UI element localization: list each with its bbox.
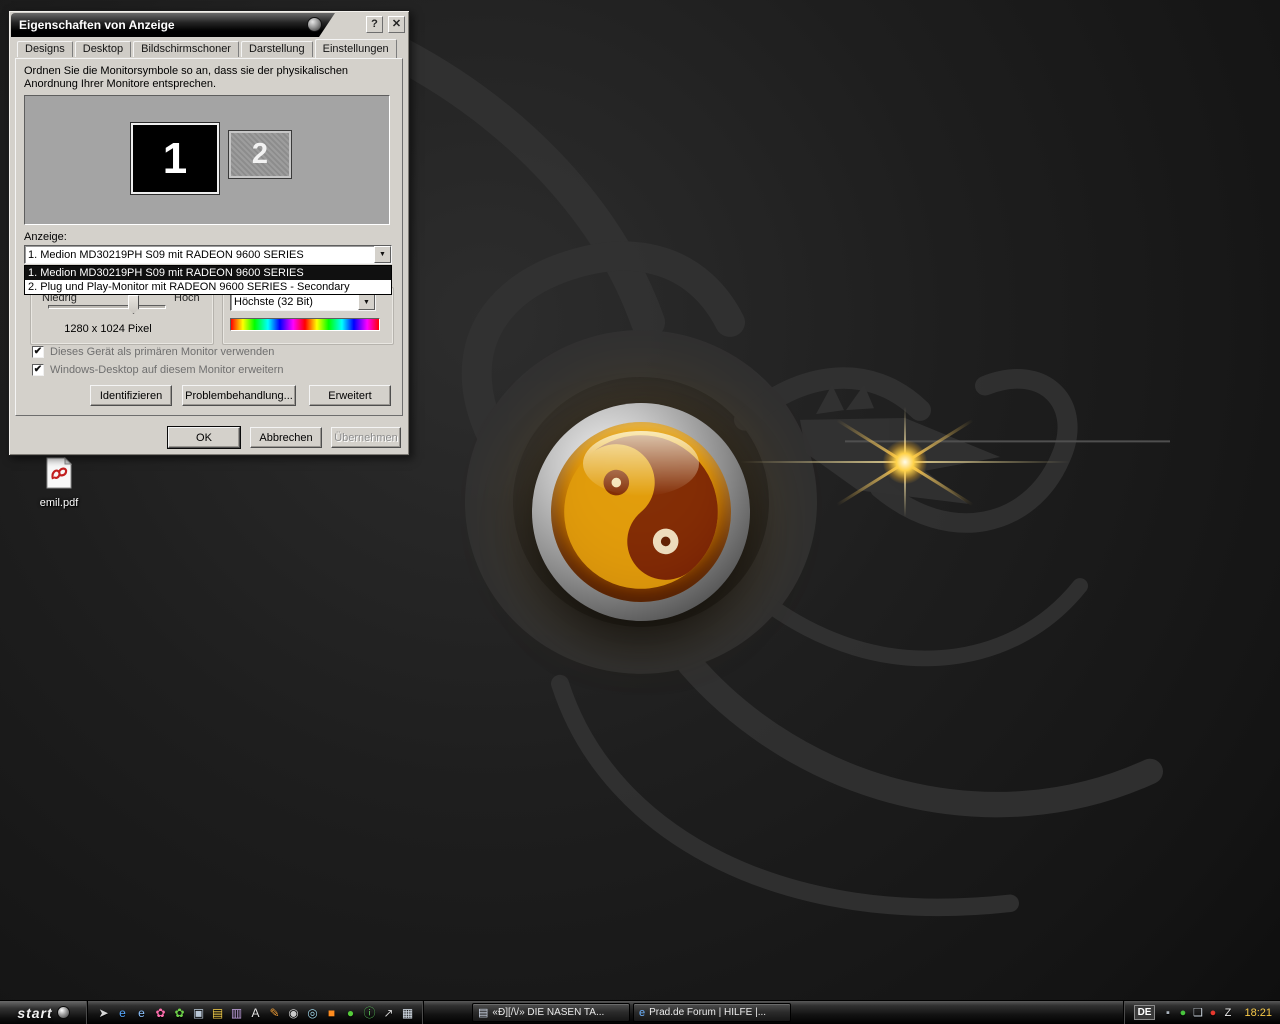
display-dropdown-list: 1. Medion MD30219PH S09 mit RADEON 9600 … [24, 265, 392, 295]
display-combobox[interactable]: 1. Medion MD30219PH S09 mit RADEON 9600 … [24, 245, 392, 264]
ati-tray-icon[interactable]: ● [1205, 1001, 1220, 1024]
settings-tab-page: Ordnen Sie die Monitorsymbole so an, das… [15, 58, 403, 416]
cd-icon[interactable]: ◎ [303, 1001, 322, 1024]
display-properties-dialog: Eigenschaften von Anzeige ? ✕ Designs De… [8, 10, 410, 456]
tab-bildschirmschoner[interactable]: Bildschirmschoner [133, 41, 239, 57]
orb-inner-sphere [551, 422, 731, 602]
primary-monitor-checkbox-label: Dieses Gerät als primären Monitor verwen… [50, 346, 274, 358]
task-button-2[interactable]: e Prad.de Forum | HILFE |... [633, 1003, 791, 1022]
camera-icon[interactable]: ◉ [284, 1001, 303, 1024]
monitor-icon[interactable]: ▣ [189, 1001, 208, 1024]
monitor-2[interactable]: 2 [229, 131, 291, 178]
close-button[interactable]: ✕ [388, 16, 405, 33]
task-button-1-label: «Ð][/\/» DIE NASEN TA... [492, 1007, 604, 1018]
color-gradient-bar [230, 318, 380, 331]
primary-monitor-checkbox[interactable]: ✔ [32, 346, 44, 358]
dropdown-option-secondary[interactable]: 2. Plug und Play-Monitor mit RADEON 9600… [25, 280, 391, 294]
letter-a-icon[interactable]: A [246, 1001, 265, 1024]
primary-monitor-checkbox-row[interactable]: ✔ Dieses Gerät als primären Monitor verw… [32, 346, 274, 358]
notepad-icon[interactable]: ▦ [398, 1001, 417, 1024]
resolution-value: 1280 x 1024 Pixel [42, 323, 174, 335]
tray-shield-icon[interactable]: ▪ [1160, 1001, 1175, 1024]
document-icon: ▤ [478, 1006, 488, 1019]
tab-einstellungen[interactable]: Einstellungen [315, 39, 397, 58]
task-button-1[interactable]: ▤ «Ð][/\/» DIE NASEN TA... [472, 1003, 630, 1022]
combobox-arrow-icon[interactable]: ▼ [374, 246, 391, 263]
tray-icons: ▪●❑●Z [1160, 1001, 1235, 1024]
notes-icon[interactable]: ▤ [208, 1001, 227, 1024]
monitor-arrangement-area[interactable]: 1 2 [24, 95, 390, 225]
title-bar-emblem-icon [307, 17, 322, 32]
tray-z-icon[interactable]: Z [1220, 1001, 1235, 1024]
help-button[interactable]: ? [366, 16, 383, 33]
tray-green-status-icon[interactable]: ● [1175, 1001, 1190, 1024]
orb-gloss-highlight [583, 431, 698, 496]
tray-network-icon[interactable]: ❑ [1190, 1001, 1205, 1024]
taskbar-clock[interactable]: 18:21 [1244, 1007, 1272, 1019]
dialog-tabs: Designs Desktop Bildschirmschoner Darste… [17, 41, 399, 58]
ok-button[interactable]: OK [168, 427, 240, 448]
display-label: Anzeige: [24, 231, 67, 243]
pink-flower-icon[interactable]: ✿ [151, 1001, 170, 1024]
extend-desktop-checkbox-row[interactable]: ✔ Windows-Desktop auf diesem Monitor erw… [32, 364, 284, 376]
desktop: emil.pdf Eigenschaften von Anzeige ? ✕ D… [0, 0, 1280, 1000]
task-button-area: ▤ «Ð][/\/» DIE NASEN TA... e Prad.de For… [472, 1003, 791, 1022]
advanced-button[interactable]: Erweitert [309, 385, 391, 406]
apply-button[interactable]: Übernehmen [331, 427, 401, 448]
browser-e-icon[interactable]: e [132, 1001, 151, 1024]
resolution-slider-track[interactable] [48, 305, 166, 309]
instruction-text: Ordnen Sie die Monitorsymbole so an, das… [24, 65, 398, 91]
desktop-icon-emil-pdf[interactable]: emil.pdf [30, 457, 88, 509]
pdf-file-icon [46, 457, 72, 489]
start-button-label: start [17, 1005, 52, 1021]
orange-app-icon[interactable]: ■ [322, 1001, 341, 1024]
cancel-button[interactable]: Abbrechen [250, 427, 322, 448]
pointer-icon[interactable]: ➤ [94, 1001, 113, 1024]
extend-desktop-checkbox-label: Windows-Desktop auf diesem Monitor erwei… [50, 364, 284, 376]
system-tray: DE ▪●❑●Z 18:21 [1123, 1001, 1280, 1024]
start-orb-icon [57, 1006, 70, 1019]
taskbar: start ➤ee✿✿▣▤▥A✎◉◎■●ⓘ↗▦ ▤ «Ð][/\/» DIE N… [0, 1000, 1280, 1024]
extend-desktop-checkbox[interactable]: ✔ [32, 364, 44, 376]
combobox-arrow-icon[interactable]: ▼ [358, 294, 375, 310]
tab-desktop[interactable]: Desktop [75, 41, 131, 57]
quick-launch-bar: ➤ee✿✿▣▤▥A✎◉◎■●ⓘ↗▦ [88, 1001, 424, 1024]
yinyang-orb [532, 403, 750, 621]
dialog-title: Eigenschaften von Anzeige [19, 18, 175, 32]
task-button-2-label: Prad.de Forum | HILFE |... [649, 1007, 766, 1018]
desktop-icon-label: emil.pdf [30, 497, 88, 509]
troubleshoot-button[interactable]: Problembehandlung... [182, 385, 296, 406]
green-app-icon[interactable]: ● [341, 1001, 360, 1024]
monitor-1[interactable]: 1 [131, 123, 219, 194]
color-quality-value: Höchste (32 Bit) [231, 296, 358, 308]
identify-button[interactable]: Identifizieren [90, 385, 172, 406]
tv-icon[interactable]: ▥ [227, 1001, 246, 1024]
dialog-title-banner: Eigenschaften von Anzeige [11, 13, 335, 37]
start-button[interactable]: start [0, 1001, 88, 1024]
pen-icon[interactable]: ✎ [265, 1001, 284, 1024]
internet-explorer-icon: e [639, 1007, 645, 1019]
tab-darstellung[interactable]: Darstellung [241, 41, 313, 57]
display-combobox-value: 1. Medion MD30219PH S09 mit RADEON 9600 … [25, 249, 374, 261]
green-flower-icon[interactable]: ✿ [170, 1001, 189, 1024]
dropdown-option-primary[interactable]: 1. Medion MD30219PH S09 mit RADEON 9600 … [25, 266, 391, 280]
arrow-icon[interactable]: ↗ [379, 1001, 398, 1024]
tab-designs[interactable]: Designs [17, 41, 73, 57]
info-icon[interactable]: ⓘ [360, 1001, 379, 1024]
language-indicator[interactable]: DE [1134, 1005, 1156, 1020]
dialog-titlebar[interactable]: Eigenschaften von Anzeige ? ✕ [11, 13, 407, 37]
internet-explorer-icon[interactable]: e [113, 1001, 132, 1024]
color-quality-combobox[interactable]: Höchste (32 Bit) ▼ [230, 293, 376, 311]
